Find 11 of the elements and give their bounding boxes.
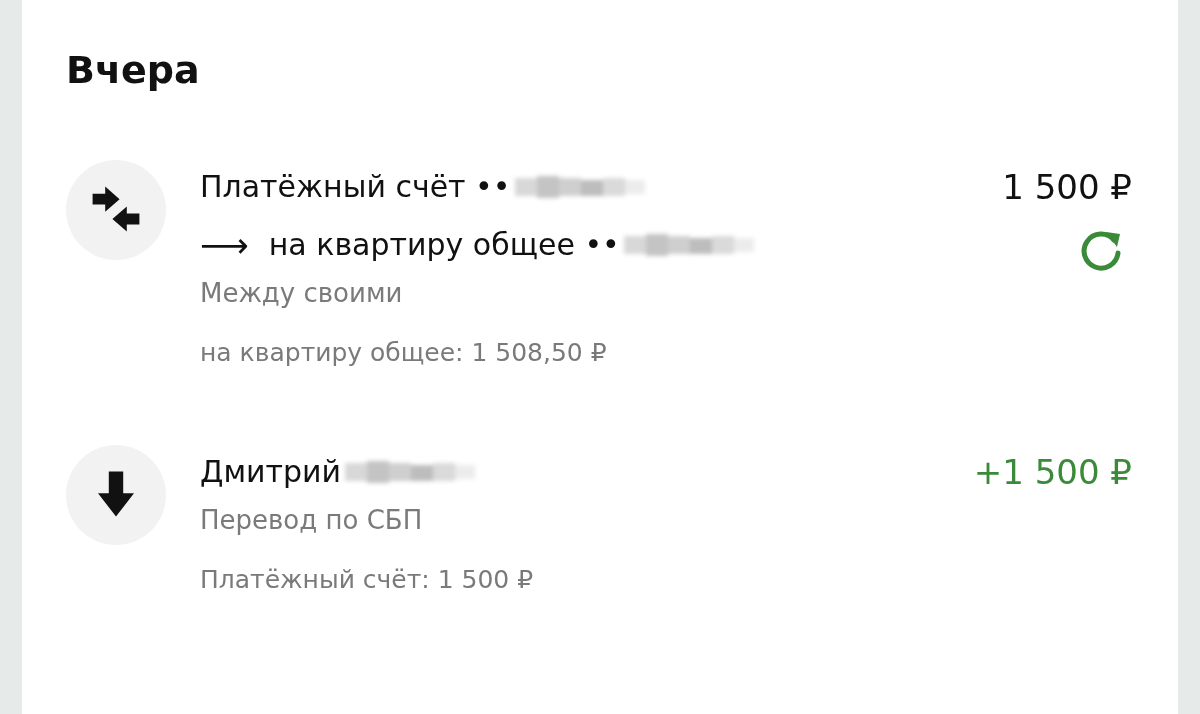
operation-category: Между своими bbox=[200, 277, 404, 308]
operation-category: Перевод по СБП bbox=[200, 504, 424, 535]
arrow-symbol: ⟶ bbox=[200, 224, 249, 265]
operation-title: Дмитрий bbox=[200, 454, 342, 490]
operation-title: на квартиру общее •• bbox=[268, 227, 620, 263]
operation-title: Платёжный счёт •• bbox=[200, 169, 511, 205]
account-balance: Платёжный счёт: 1 500 ₽ bbox=[200, 564, 535, 594]
amount: +1 500 ₽ bbox=[973, 450, 1132, 494]
day-heading: Вчера bbox=[66, 48, 201, 94]
account-balance: на квартиру общее: 1 508,50 ₽ bbox=[200, 337, 608, 367]
amount: 1 500 ₽ bbox=[1002, 165, 1132, 209]
